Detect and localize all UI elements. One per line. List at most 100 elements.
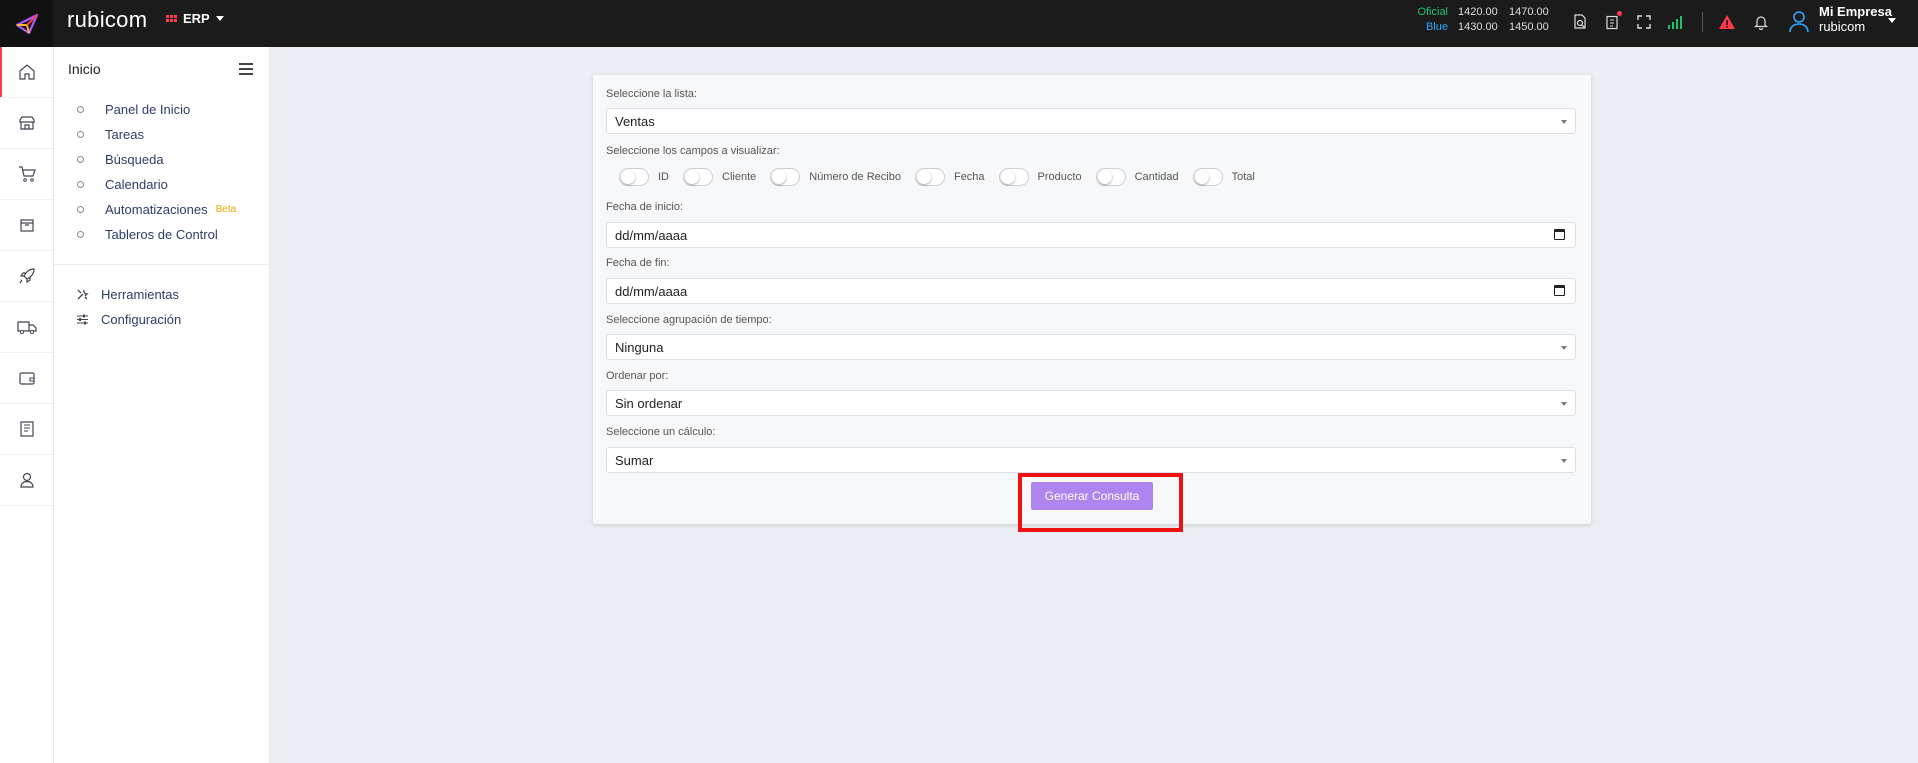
toggle-label: ID <box>658 171 669 183</box>
sidebar-item-panel-de-inicio[interactable]: Panel de Inicio <box>54 97 269 122</box>
sidebar-item-label: Búsqueda <box>105 152 164 167</box>
field-toggle-cliente[interactable]: Cliente <box>683 168 756 186</box>
person-icon <box>19 472 34 488</box>
toggle-label: Cantidad <box>1134 171 1179 183</box>
company-name: Mi Empresa <box>1819 4 1892 19</box>
sidebar-divider <box>54 264 269 265</box>
home-icon <box>18 64 35 80</box>
sidebar-item-label: Panel de Inicio <box>105 102 191 117</box>
field-toggle-fecha[interactable]: Fecha <box>914 168 985 186</box>
rate-buy-column: 1420.00 1430.00 <box>1458 5 1504 35</box>
calendar-icon[interactable] <box>1554 229 1565 240</box>
sidebar-item-label: Tareas <box>105 127 145 142</box>
rail-box[interactable] <box>0 200 53 251</box>
order-select[interactable]: Sin ordenar <box>606 390 1576 416</box>
grouping-select-value: Ninguna <box>615 339 664 355</box>
fullscreen-icon[interactable] <box>1633 11 1655 33</box>
toggle-switch[interactable] <box>770 168 801 186</box>
calc-select-value: Sumar <box>615 452 654 468</box>
header-divider <box>1702 12 1703 32</box>
toggle-label: Número de Recibo <box>809 171 901 183</box>
blue-label: Blue <box>1425 21 1448 33</box>
list-select[interactable]: Ventas <box>606 108 1576 134</box>
field-toggle-numero-de-recibo[interactable]: Número de Recibo <box>770 168 901 186</box>
rail-book[interactable] <box>0 404 53 455</box>
list-label: Seleccione la lista: <box>606 88 698 100</box>
chevron-down-icon <box>1561 459 1567 463</box>
top-bar: rubicom ERP Oficial Blue 1420.00 1430.00… <box>0 0 1918 47</box>
sidebar: Inicio Panel de Inicio Tareas Búsqueda C… <box>54 47 270 763</box>
oficial-label: Oficial <box>1417 6 1448 18</box>
end-date-label: Fecha de fin: <box>606 257 670 269</box>
order-select-value: Sin ordenar <box>615 395 683 411</box>
beta-badge: Beta <box>215 204 237 215</box>
search-doc-icon[interactable] <box>1569 11 1591 33</box>
box-icon <box>19 219 34 232</box>
app-logo[interactable] <box>0 0 53 47</box>
calendar-icon[interactable] <box>1554 285 1565 296</box>
sliders-icon <box>75 313 89 326</box>
field-toggle-cantidad[interactable]: Cantidad <box>1095 168 1179 186</box>
calc-label: Seleccione un cálculo: <box>606 426 716 438</box>
grouping-select[interactable]: Ninguna <box>606 334 1576 360</box>
notification-dot <box>1617 11 1622 16</box>
bell-icon[interactable] <box>1750 11 1772 33</box>
chevron-down-icon <box>215 16 224 21</box>
brand-name: rubicom <box>67 7 148 32</box>
field-toggle-id[interactable]: ID <box>619 168 669 186</box>
sidebar-item-configuracion[interactable]: Configuración <box>54 307 269 332</box>
calc-select[interactable]: Sumar <box>606 447 1576 473</box>
sidebar-title: Inicio <box>68 61 101 77</box>
sidebar-item-calendario[interactable]: Calendario <box>54 172 269 197</box>
truck-icon <box>16 321 37 335</box>
end-date-input[interactable]: dd/mm/aaaa <box>606 278 1576 304</box>
start-date-input[interactable]: dd/mm/aaaa <box>606 222 1576 248</box>
toggle-switch[interactable] <box>998 168 1029 186</box>
rail-cart[interactable] <box>0 149 53 200</box>
toggle-switch[interactable] <box>683 168 713 186</box>
chevron-down-icon <box>1561 402 1567 406</box>
rail-rocket[interactable] <box>0 251 53 302</box>
start-date-value: dd/mm/aaaa <box>615 227 688 243</box>
hamburger-menu-icon[interactable] <box>239 63 253 78</box>
clipboard-icon[interactable] <box>1601 11 1623 33</box>
sidebar-item-label: Configuración <box>101 312 182 327</box>
toggle-switch[interactable] <box>914 168 945 186</box>
sidebar-item-tableros-de-control[interactable]: Tableros de Control <box>54 222 269 247</box>
alert-icon[interactable] <box>1716 11 1738 33</box>
user-icon[interactable] <box>1786 8 1812 34</box>
start-date-label: Fecha de inicio: <box>606 201 684 213</box>
rail-store[interactable] <box>0 98 53 149</box>
oficial-sell: 1470.00 <box>1509 6 1549 18</box>
company-menu[interactable]: Mi Empresa rubicom <box>1819 4 1892 34</box>
rail-wallet[interactable] <box>0 353 53 404</box>
field-toggle-producto[interactable]: Producto <box>998 168 1082 186</box>
sidebar-item-label: Tableros de Control <box>105 227 218 242</box>
sidebar-item-label: Herramientas <box>101 287 180 302</box>
chevron-down-icon[interactable] <box>1888 18 1896 23</box>
wallet-icon <box>18 372 35 385</box>
bullet-icon <box>77 231 84 238</box>
sidebar-item-label: Automatizaciones <box>105 202 208 217</box>
sidebar-item-automatizaciones[interactable]: Automatizaciones Beta <box>54 197 269 222</box>
rubicom-logo-icon <box>15 13 38 34</box>
sidebar-tools: Herramientas Configuración <box>54 282 269 332</box>
bullet-icon <box>77 131 84 138</box>
rail-truck[interactable] <box>0 302 53 353</box>
toggle-switch[interactable] <box>1192 168 1223 186</box>
toggle-label: Cliente <box>722 171 757 183</box>
sidebar-item-tareas[interactable]: Tareas <box>54 122 269 147</box>
store-icon <box>18 116 35 130</box>
sidebar-item-label: Calendario <box>105 177 168 192</box>
highlight-box <box>1018 473 1183 532</box>
toggle-switch[interactable] <box>619 168 649 186</box>
rail-person[interactable] <box>0 455 53 506</box>
icon-rail <box>0 47 54 763</box>
sidebar-item-busqueda[interactable]: Búsqueda <box>54 147 269 172</box>
toggle-switch[interactable] <box>1095 168 1126 186</box>
toggle-label: Producto <box>1037 171 1082 183</box>
module-switcher[interactable]: ERP <box>166 11 224 26</box>
rail-home[interactable] <box>0 47 53 98</box>
sidebar-item-herramientas[interactable]: Herramientas <box>54 282 269 307</box>
field-toggle-total[interactable]: Total <box>1192 168 1255 186</box>
